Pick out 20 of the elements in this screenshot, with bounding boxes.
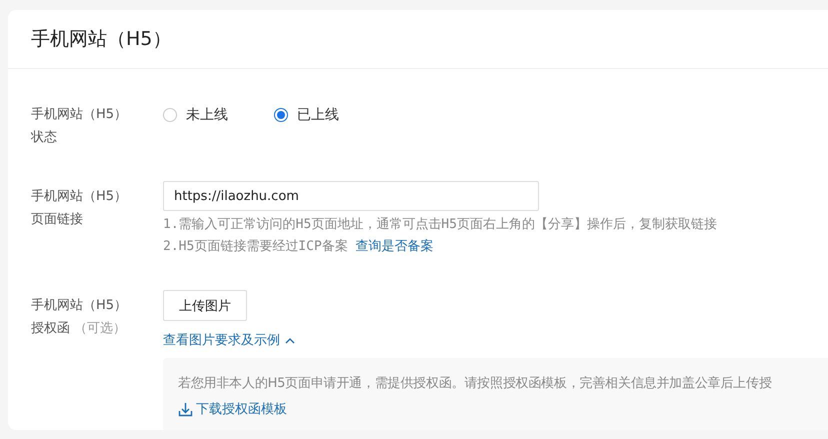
url-field[interactable]: https://ilaozhu.com: [163, 181, 539, 211]
field-label: 页面链接: [31, 212, 83, 227]
upload-button[interactable]: 上传图片: [163, 290, 247, 321]
field-label: 状态: [31, 130, 57, 145]
download-link[interactable]: 下载授权函模板: [178, 400, 287, 418]
section-title: 手机网站（H5）: [8, 10, 828, 69]
optional-note: （可选）: [73, 321, 126, 336]
field-label: 手机网站（H5）: [31, 189, 128, 204]
radio-option[interactable]: 未上线: [163, 106, 228, 124]
chevron-icon: [285, 336, 295, 344]
toggle-link[interactable]: 查看图片要求及示例: [163, 331, 295, 349]
hint-text: 1.需输入可正常访问的H5页面地址，通常可点击H5页面右上角的【分享】操作后，复制获取链接: [163, 216, 717, 234]
hint-text: 2.H5页面链接需要经过ICP备案 查询是否备案: [163, 238, 435, 256]
notice-text: 若您用非本人的H5页面申请开通，需提供授权函。请按照授权函模板，完善相关信息并加盖公章后上传授: [178, 375, 773, 393]
download-icon: [178, 402, 193, 416]
field-label: 手机网站（H5）: [31, 107, 128, 122]
field-label: 授权函: [31, 321, 70, 336]
field-label: 手机网站（H5）: [31, 298, 128, 313]
radio-option[interactable]: 已上线: [274, 106, 339, 124]
check-link[interactable]: 查询是否备案: [356, 239, 434, 254]
